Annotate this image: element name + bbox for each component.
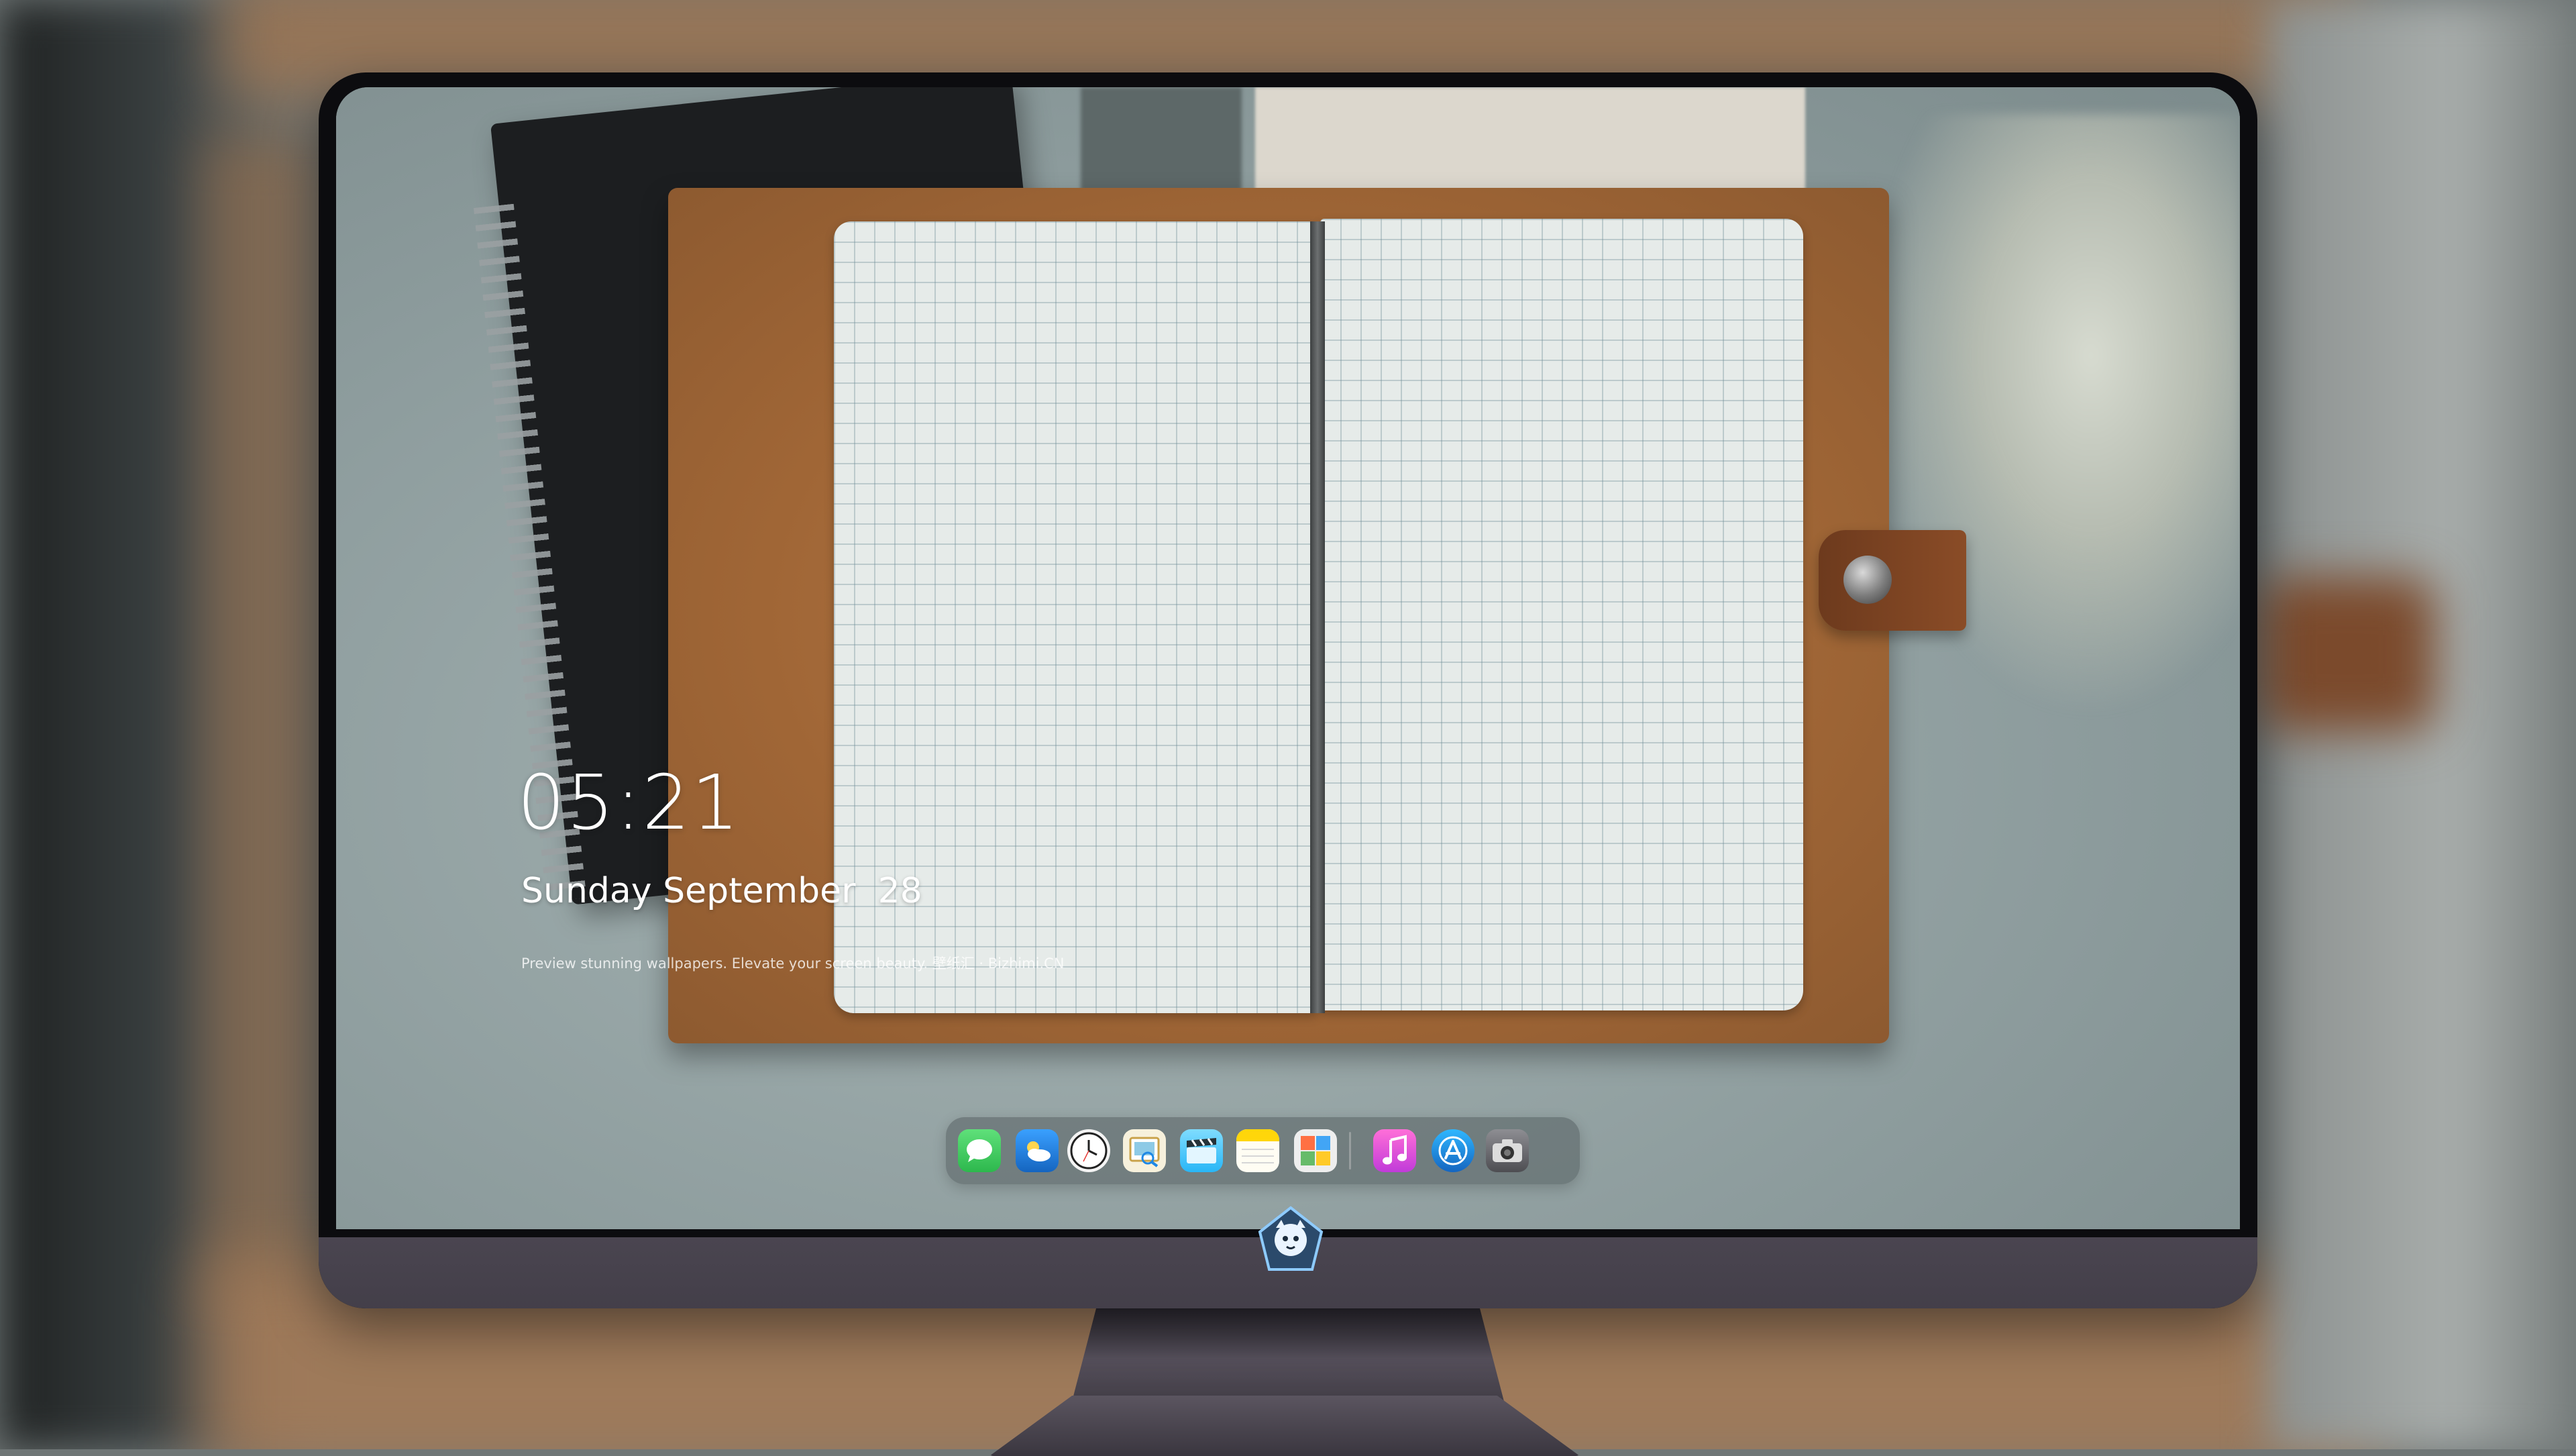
- wallpaper-leather-strap: [1819, 530, 1966, 631]
- monitor-stand-neck: [1070, 1308, 1506, 1409]
- wallpaper-snap-button: [1843, 556, 1892, 604]
- photo-grid-icon[interactable]: [1294, 1129, 1337, 1172]
- mascot-logo-icon: [1258, 1206, 1324, 1271]
- clock-icon[interactable]: [1067, 1129, 1110, 1172]
- lock-clock: 05:21: [517, 760, 741, 847]
- music-icon[interactable]: [1373, 1129, 1416, 1172]
- lock-tagline: Preview stunning wallpapers. Elevate you…: [521, 955, 1065, 972]
- lock-date: Sunday September 28: [521, 871, 922, 911]
- messages-icon[interactable]: [958, 1129, 1001, 1172]
- clapperboard-icon[interactable]: [1180, 1129, 1223, 1172]
- wallpaper-grid-page-right: [1320, 219, 1803, 1010]
- lock-screen[interactable]: 05:21 Sunday September 28 Preview stunni…: [336, 87, 2240, 1229]
- blurred-left-frame: [201, 134, 322, 1308]
- monitor: 05:21 Sunday September 28 Preview stunni…: [319, 72, 2257, 1308]
- notes-icon[interactable]: [1236, 1129, 1279, 1172]
- preview-icon[interactable]: [1123, 1129, 1166, 1172]
- app-store-icon[interactable]: [1432, 1129, 1474, 1172]
- weather-icon[interactable]: [1016, 1129, 1059, 1172]
- wallpaper-notebook-spine: [1310, 221, 1325, 1013]
- dock-separator: [1349, 1132, 1351, 1169]
- dock: [946, 1117, 1580, 1184]
- blurred-strap: [2261, 577, 2435, 731]
- camera-icon[interactable]: [1486, 1129, 1529, 1172]
- monitor-stand-base: [989, 1396, 1580, 1456]
- wallpaper-paper: [1255, 87, 1805, 201]
